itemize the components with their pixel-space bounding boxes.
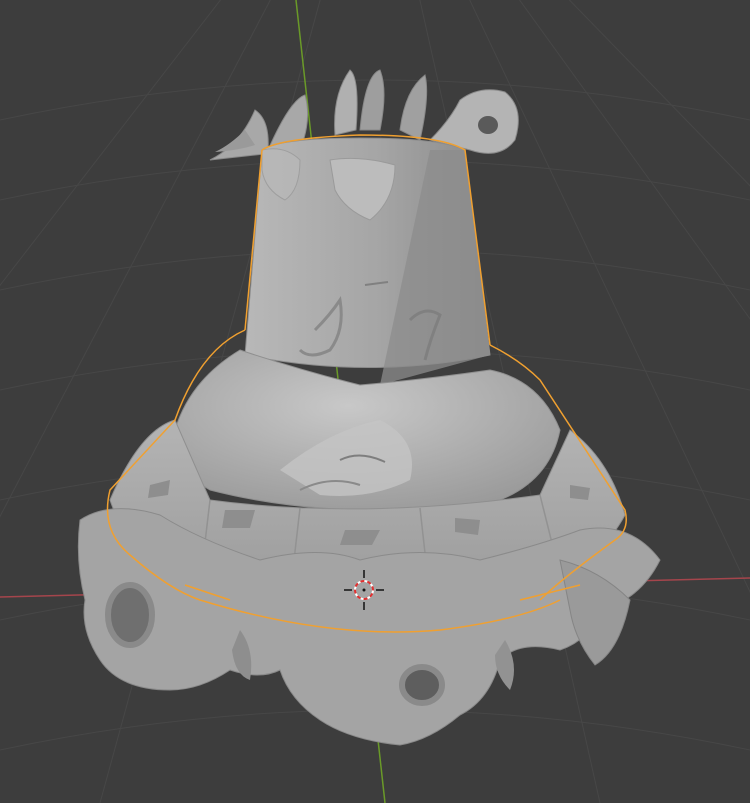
top-ring-hole xyxy=(478,116,498,134)
left-ring-hole xyxy=(105,582,155,648)
bottom-ring-hole xyxy=(399,664,445,706)
3d-viewport[interactable] xyxy=(0,0,750,803)
